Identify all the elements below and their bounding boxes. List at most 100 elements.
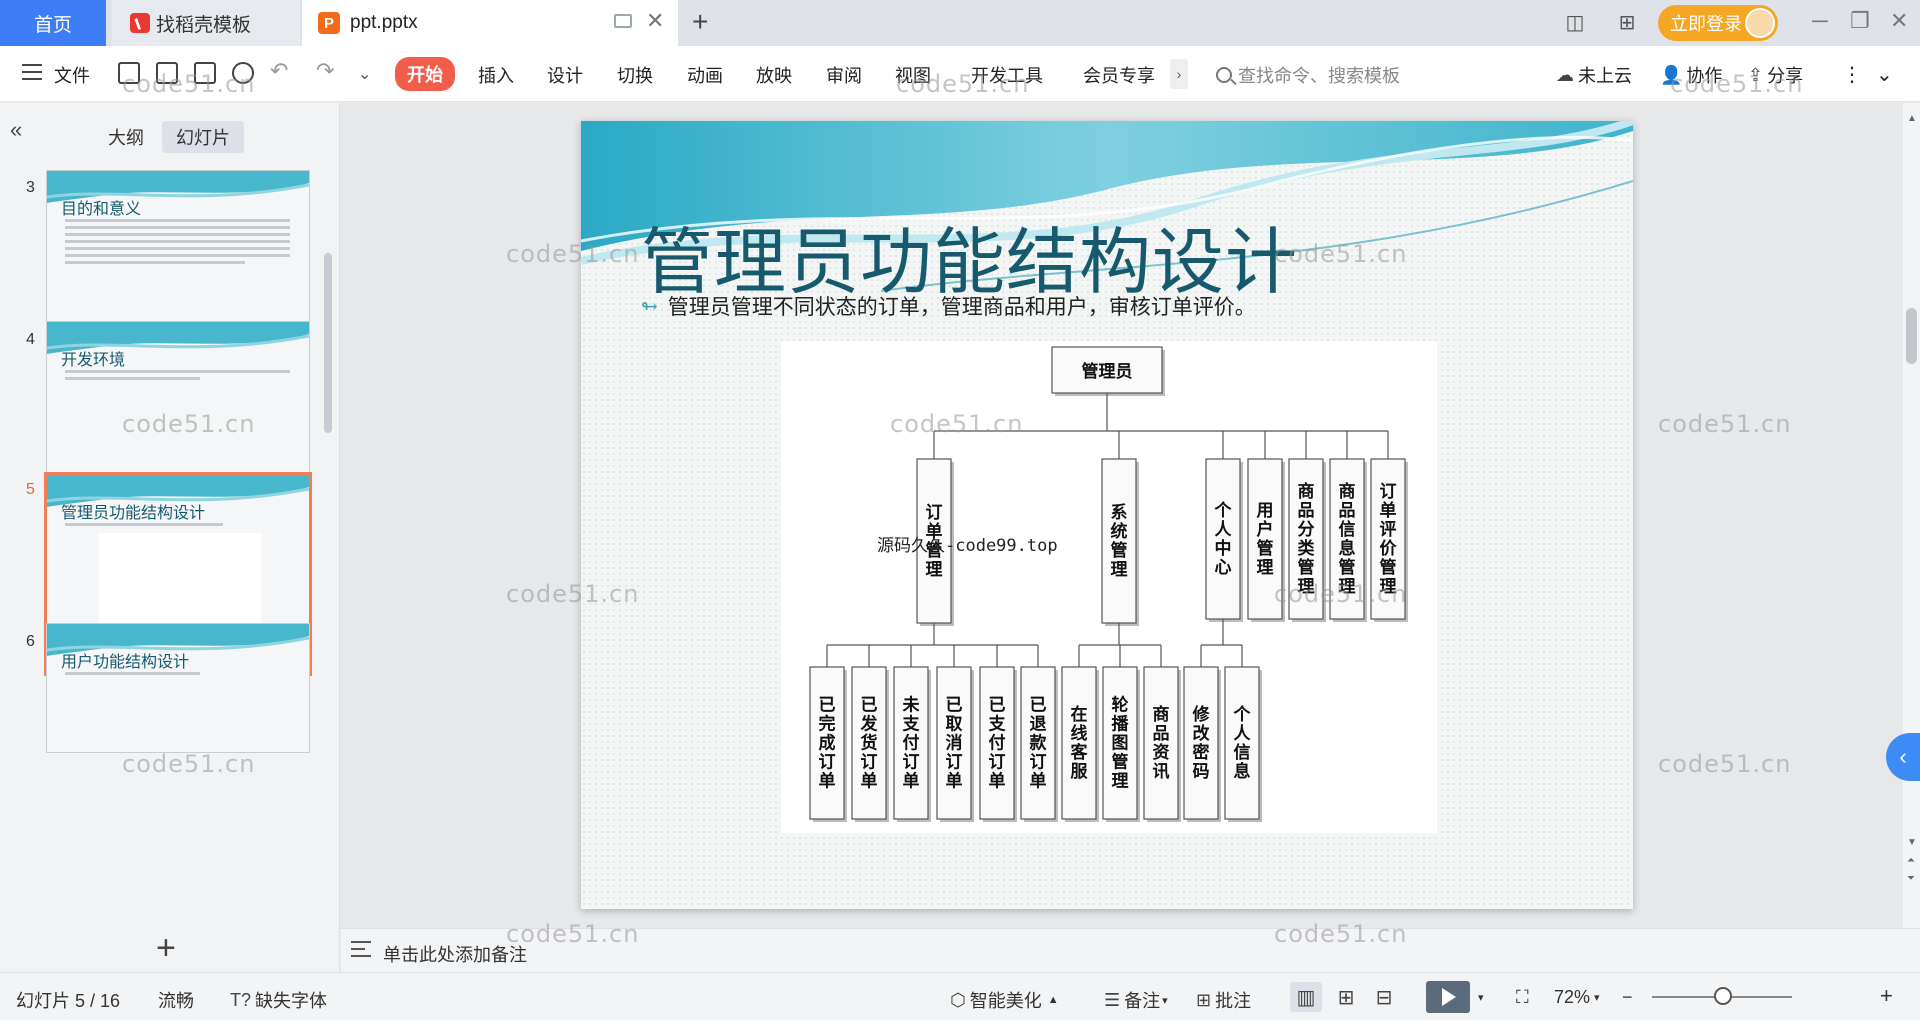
notes-bar[interactable]: 单击此处添加备注 bbox=[341, 928, 1920, 972]
save-icon[interactable] bbox=[118, 62, 140, 84]
tab-insert[interactable]: 插入 bbox=[478, 62, 514, 88]
vertical-scrollbar[interactable]: ▲ ▼ ⏶ ⏷ bbox=[1903, 103, 1920, 928]
level2-node-label: 在线客服 bbox=[1070, 704, 1089, 782]
avatar bbox=[1745, 8, 1775, 38]
slide-count: 幻灯片 5 / 16 bbox=[16, 991, 121, 1011]
zoom-slider-handle[interactable] bbox=[1714, 987, 1732, 1005]
slide-thumbnail[interactable]: 用户功能结构设计 bbox=[46, 623, 310, 753]
cloud-status-button[interactable]: ☁ 未上云 bbox=[1556, 62, 1632, 88]
restore-icon[interactable]: ❐ bbox=[1850, 8, 1870, 34]
org-chart[interactable]: 管理员 订单管理 系统管理 个人中心 用户管理 商品分类管理 商品信息管理 订单评价管理 已完成… bbox=[781, 341, 1437, 833]
quick-access-dropdown-icon[interactable]: ⌄ bbox=[358, 64, 371, 84]
collapse-ribbon-icon[interactable]: ⌄ bbox=[1876, 62, 1893, 87]
layout-icon[interactable]: ◫ bbox=[1560, 10, 1590, 34]
close-window-icon[interactable]: ✕ bbox=[1890, 8, 1908, 34]
zoom-in-icon[interactable]: + bbox=[1880, 983, 1893, 1009]
slide-panel: « 大纲 幻灯片 3 目的和意义 4 开发环境 5 管理员功能结构设计 6 用户… bbox=[0, 103, 340, 973]
root-node-label: 管理员 bbox=[1082, 361, 1133, 382]
apps-grid-icon[interactable]: ⊞ bbox=[1612, 10, 1642, 34]
level1-node-label: 系统管理 bbox=[1111, 503, 1128, 580]
comments-label: 批注 bbox=[1215, 991, 1252, 1011]
play-dropdown-icon[interactable]: ▾ bbox=[1478, 991, 1484, 1004]
level1-node-label: 个人中心 bbox=[1214, 500, 1233, 578]
tab-bar: 首页 找稻壳模板 P ppt.pptx ✕ + ◫ ⊞ 立即登录 ─ ❐ ✕ bbox=[0, 0, 1920, 46]
current-slide[interactable]: 管理员功能结构设计 ↬ 管理员管理不同状态的订单，管理商品和用户，审核订单评价。… bbox=[581, 121, 1633, 909]
slide-subtitle[interactable]: ↬ 管理员管理不同状态的订单，管理商品和用户，审核订单评价。 bbox=[641, 291, 1256, 321]
level1-node-label: 商品信息管理 bbox=[1339, 481, 1356, 597]
search-icon bbox=[1216, 67, 1232, 83]
close-tab-icon[interactable]: ✕ bbox=[646, 8, 664, 34]
tab-file-label: ppt.pptx bbox=[350, 12, 418, 33]
tab-outline[interactable]: 大纲 bbox=[94, 121, 158, 153]
tab-animation[interactable]: 动画 bbox=[687, 62, 723, 88]
thumbnail-text bbox=[65, 370, 290, 384]
scroll-up-icon[interactable]: ▲ bbox=[1907, 113, 1917, 124]
overlay-watermark-text: 源码久久-code99.top bbox=[877, 536, 1058, 556]
cloud-icon: ☁ bbox=[1556, 64, 1574, 85]
org-chart-svg: 管理员订单管理系统管理个人中心用户管理商品分类管理商品信息管理订单评价管理已完成… bbox=[809, 346, 1408, 822]
export-icon[interactable] bbox=[156, 62, 178, 84]
tab-transition[interactable]: 切换 bbox=[617, 62, 653, 88]
collaborate-button[interactable]: 👤 协作 bbox=[1660, 62, 1722, 88]
more-options-icon[interactable]: ⋮ bbox=[1842, 62, 1862, 87]
redo-icon[interactable]: ↷ bbox=[316, 58, 334, 84]
login-button[interactable]: 立即登录 bbox=[1658, 5, 1778, 41]
next-slide-icon[interactable]: ⏷ bbox=[1907, 873, 1915, 884]
add-slide-icon[interactable]: + bbox=[156, 929, 176, 968]
slide-number: 5 bbox=[26, 481, 35, 498]
tab-view[interactable]: 视图 bbox=[895, 62, 931, 88]
tab-file[interactable]: P ppt.pptx ✕ bbox=[302, 0, 678, 46]
tab-design[interactable]: 设计 bbox=[547, 62, 583, 88]
comments-button[interactable]: ⊞ 批注 bbox=[1196, 987, 1251, 1013]
cloud-label: 未上云 bbox=[1578, 66, 1632, 86]
beautify-label: 智能美化 bbox=[969, 991, 1042, 1011]
tab-start[interactable]: 开始 bbox=[395, 57, 455, 91]
share-icon: ⇪ bbox=[1748, 64, 1764, 85]
missing-font-button[interactable]: T? 缺失字体 bbox=[230, 987, 327, 1013]
tab-review[interactable]: 审阅 bbox=[826, 62, 862, 88]
editor-canvas: 管理员功能结构设计 ↬ 管理员管理不同状态的订单，管理商品和用户，审核订单评价。… bbox=[341, 103, 1904, 928]
zoom-level[interactable]: 72% ▾ bbox=[1554, 987, 1600, 1008]
print-icon[interactable] bbox=[194, 62, 216, 84]
notes-toggle-button[interactable]: ☰ 备注 ▾ bbox=[1104, 987, 1168, 1013]
collapse-panel-icon[interactable]: « bbox=[10, 117, 22, 143]
level2-node-label: 已取消订单 bbox=[946, 696, 963, 792]
reading-view-icon[interactable]: ⊟ bbox=[1368, 982, 1400, 1012]
panel-scrollbar[interactable] bbox=[324, 253, 332, 433]
tab-template[interactable]: 找稻壳模板 bbox=[112, 0, 300, 46]
scrollbar-thumb[interactable] bbox=[1906, 308, 1917, 364]
prev-slide-icon[interactable]: ⏶ bbox=[1907, 855, 1915, 866]
slide-number: 4 bbox=[26, 331, 35, 348]
undo-icon[interactable]: ↶ bbox=[270, 58, 288, 84]
slide-number: 6 bbox=[26, 633, 35, 650]
tab-slides[interactable]: 幻灯片 bbox=[162, 121, 244, 153]
tab-home[interactable]: 首页 bbox=[0, 0, 106, 46]
zoom-dropdown-icon: ▾ bbox=[1594, 992, 1600, 1004]
new-tab-icon[interactable]: + bbox=[692, 6, 708, 38]
zoom-out-icon[interactable]: − bbox=[1622, 987, 1633, 1008]
tab-developer[interactable]: 开发工具 bbox=[971, 62, 1043, 88]
share-label: 分享 bbox=[1767, 66, 1804, 86]
more-tabs-icon[interactable]: › bbox=[1170, 59, 1188, 89]
notes-placeholder[interactable]: 单击此处添加备注 bbox=[383, 941, 527, 967]
fit-window-icon[interactable]: ⛶ bbox=[1516, 987, 1529, 1008]
file-menu[interactable]: 文件 bbox=[54, 62, 90, 88]
tab-member[interactable]: 会员专享 bbox=[1083, 62, 1155, 88]
minimize-icon[interactable]: ─ bbox=[1812, 8, 1828, 34]
notes-toggle-label: 备注 bbox=[1124, 991, 1161, 1011]
share-button[interactable]: ⇪ 分享 bbox=[1748, 62, 1803, 88]
menu-icon[interactable] bbox=[22, 64, 42, 80]
command-search[interactable]: 查找命令、搜索模板 bbox=[1216, 62, 1400, 88]
normal-view-icon[interactable]: ▥ bbox=[1290, 982, 1322, 1012]
login-label: 立即登录 bbox=[1670, 14, 1742, 34]
preview-icon[interactable] bbox=[232, 62, 254, 84]
theme-name[interactable]: 流畅 bbox=[158, 987, 194, 1013]
beautify-button[interactable]: ⬡ 智能美化 ▲ bbox=[950, 987, 1059, 1013]
monitor-icon[interactable] bbox=[614, 14, 632, 28]
thumbnail-text bbox=[65, 219, 290, 268]
thumbnail-text bbox=[65, 672, 290, 679]
play-slideshow-button[interactable] bbox=[1426, 981, 1470, 1013]
tab-slideshow[interactable]: 放映 bbox=[756, 62, 792, 88]
scroll-down-icon[interactable]: ▼ bbox=[1907, 837, 1917, 848]
slide-sorter-icon[interactable]: ⊞ bbox=[1330, 982, 1362, 1012]
